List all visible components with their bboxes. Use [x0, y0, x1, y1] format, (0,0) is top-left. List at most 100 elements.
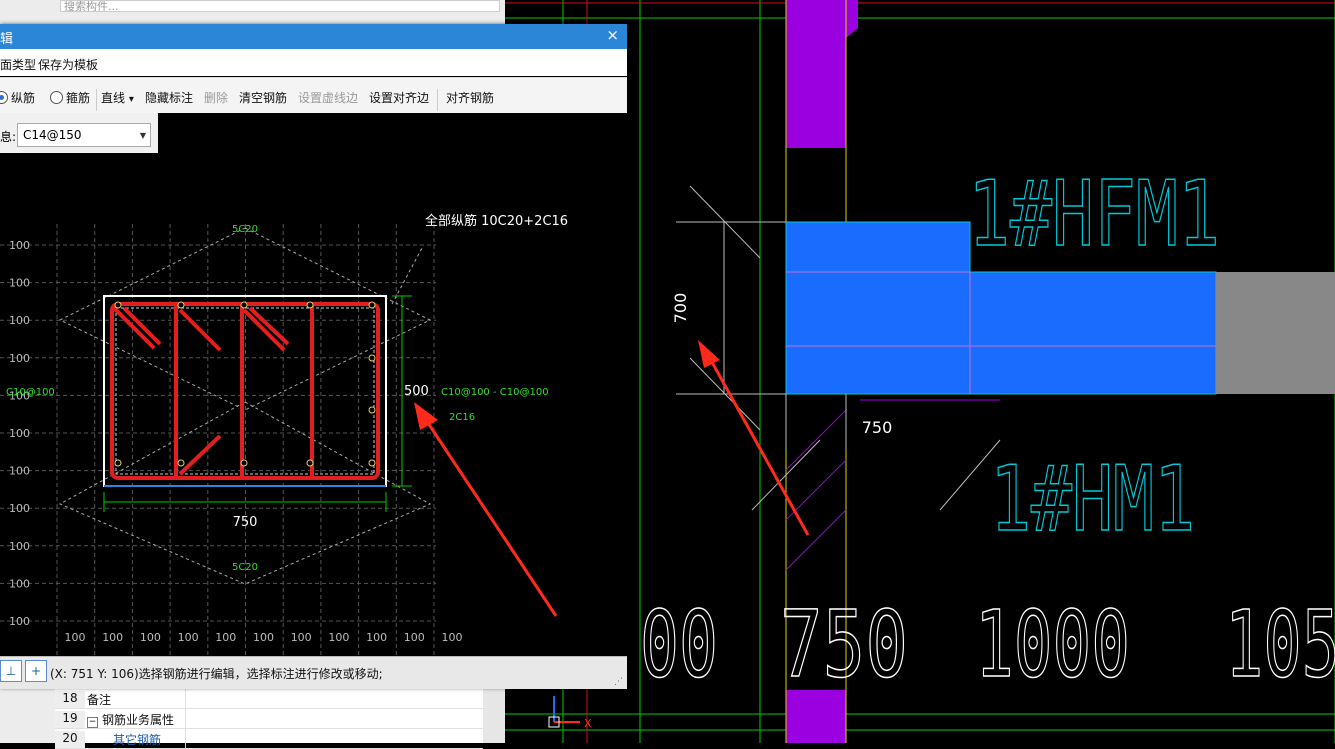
row-value[interactable]: [185, 688, 484, 708]
rebar-point[interactable]: [177, 301, 185, 309]
rebar-point[interactable]: [368, 354, 376, 362]
section-canvas[interactable]: 100 100 100 100 100 100 100 100 100 100 100 100 100 1…: [0, 153, 627, 660]
radio-longitudinal[interactable]: 纵筋: [0, 89, 35, 106]
rebar-point[interactable]: [306, 459, 314, 467]
dialog-statusbar: ⊥ + (X: 751 Y: 106)选择钢筋进行编辑，选择标注进行修改或移动;…: [0, 656, 627, 689]
grid-label: 100: [366, 631, 387, 644]
panel-scrollbar[interactable]: [483, 688, 505, 743]
grid-label: 100: [253, 631, 274, 644]
width-dimension[interactable]: 750: [233, 515, 258, 530]
line-mode-dropdown[interactable]: 直线 ▾: [101, 89, 134, 106]
radio-unchecked-icon: [50, 91, 63, 104]
row-value[interactable]: [185, 728, 484, 748]
dialog-menubar: 面类型 保存为模板: [0, 49, 627, 76]
side-rebar-label[interactable]: 2C16: [449, 412, 475, 423]
grid-label: 100: [9, 615, 30, 628]
grid-label: 100: [178, 631, 199, 644]
height-dimension[interactable]: 500: [404, 384, 429, 399]
rebar-point[interactable]: [368, 459, 376, 467]
rebar-info-label: 息:: [0, 130, 17, 144]
table-row[interactable]: 19 − 钢筋业务属性: [55, 708, 483, 729]
snap-toggle-icon[interactable]: +: [25, 660, 47, 682]
cad-viewport[interactable]: 700 750 1#HFM1 1#HM1 00 750 1000 105 X: [505, 0, 1335, 743]
left-stirrup-label[interactable]: C10@100: [6, 387, 55, 398]
right-stirrup-label[interactable]: C10@100 - C10@100: [441, 387, 549, 398]
toolbar-divider: [437, 89, 438, 111]
row-label: 其它钢筋: [113, 733, 162, 747]
close-button[interactable]: ×: [606, 26, 619, 44]
row-value[interactable]: [185, 708, 484, 728]
grid-label: 100: [442, 631, 463, 644]
menu-save-template[interactable]: 保存为模板: [38, 56, 98, 73]
ortho-toggle-icon[interactable]: ⊥: [0, 660, 22, 682]
hide-annotation-button[interactable]: 隐藏标注: [145, 89, 193, 106]
set-dashed-edge-button[interactable]: 设置虚线边: [298, 89, 358, 106]
grid-label: 100: [9, 577, 30, 590]
clear-rebar-button[interactable]: 清空钢筋: [239, 89, 287, 106]
cad-wall-gray[interactable]: [1216, 272, 1335, 394]
cad-label-hfm1: 1#HFM1: [968, 162, 1220, 267]
row-label-group: − 钢筋业务属性: [87, 711, 174, 728]
all-longitudinal-label[interactable]: 全部纵筋 10C20+2C16: [425, 213, 568, 229]
row-label: 钢筋业务属性: [102, 713, 175, 727]
cad-big-dim-2: 750: [780, 591, 908, 698]
dropdown-arrow-icon: ▼: [139, 131, 146, 140]
dialog-titlebar[interactable]: 辑 ×: [0, 24, 627, 49]
grid-label: 100: [404, 631, 425, 644]
grid-label: 100: [9, 314, 30, 327]
rebar-point[interactable]: [368, 301, 376, 309]
cad-beam-upper[interactable]: [785, 221, 971, 273]
grid-label: 100: [9, 540, 30, 553]
menu-section-type[interactable]: 面类型: [0, 56, 36, 73]
grid-label: 100: [9, 427, 30, 440]
cad-big-dim-3: 1000: [975, 591, 1130, 698]
grid-label: 100: [9, 277, 30, 290]
table-row[interactable]: 20 其它钢筋: [55, 728, 483, 749]
cad-dim-700: 700: [671, 293, 690, 324]
dialog-toolbar: 纵筋 箍筋 直线 ▾ 隐藏标注 删除 清空钢筋 设置虚线边 设置对齐边 对齐钢筋: [0, 77, 627, 113]
property-table: 18 备注 19 − 钢筋业务属性 20 其它钢筋: [55, 688, 483, 749]
grid-label: 100: [9, 352, 30, 365]
grid-label: 100: [9, 465, 30, 478]
delete-button[interactable]: 删除: [204, 89, 228, 106]
status-text: (X: 751 Y: 106)选择钢筋进行编辑，选择标注进行修改或移动;: [50, 667, 383, 681]
radio-stirrup[interactable]: 箍筋: [50, 89, 90, 106]
grid-label: 100: [65, 631, 86, 644]
cad-big-dim-1: 00: [640, 591, 718, 698]
collapse-icon[interactable]: −: [87, 717, 98, 728]
grid-label: 100: [102, 631, 123, 644]
dialog-title: 辑: [0, 32, 14, 47]
rebar-point[interactable]: [368, 406, 376, 414]
cad-dim-750: 750: [862, 418, 893, 437]
radio-checked-icon: [0, 91, 8, 104]
rebar-point[interactable]: [240, 301, 248, 309]
rebar-edit-dialog: 辑 × 面类型 保存为模板 纵筋 箍筋 直线 ▾ 隐藏标注 删除 清空钢筋 设置…: [0, 24, 627, 689]
search-input[interactable]: 搜索构件...: [60, 0, 500, 12]
align-rebar-button[interactable]: 对齐钢筋: [446, 89, 494, 106]
set-align-edge-button[interactable]: 设置对齐边: [369, 89, 429, 106]
row-number: 20: [55, 731, 85, 748]
resize-grip-icon[interactable]: ⋰: [614, 677, 623, 687]
row-label: 备注: [87, 693, 112, 707]
rebar-point[interactable]: [240, 459, 248, 467]
chevron-down-icon: ▾: [128, 94, 134, 105]
grid-label: 100: [9, 502, 30, 515]
rebar-spec-select[interactable]: C14@150 ▼: [17, 123, 151, 147]
cad-beam-main[interactable]: [785, 271, 1217, 395]
bottom-rebar-label[interactable]: 5C20: [232, 562, 258, 573]
rebar-point[interactable]: [177, 459, 185, 467]
grid-label: 100: [9, 239, 30, 252]
toolbar-divider: [96, 89, 97, 111]
top-rebar-label[interactable]: 5C20: [232, 224, 258, 235]
row-number: 19: [55, 711, 85, 728]
grid-label: 100: [291, 631, 312, 644]
grid-label: 100: [140, 631, 161, 644]
rebar-point[interactable]: [114, 301, 122, 309]
cad-label-hm1: 1#HM1: [990, 447, 1195, 552]
axis-x-label: X: [584, 717, 592, 730]
rebar-point[interactable]: [306, 301, 314, 309]
row-number: 18: [55, 691, 85, 708]
rebar-point[interactable]: [114, 459, 122, 467]
grid-label: 100: [215, 631, 236, 644]
table-row[interactable]: 18 备注: [55, 688, 483, 709]
